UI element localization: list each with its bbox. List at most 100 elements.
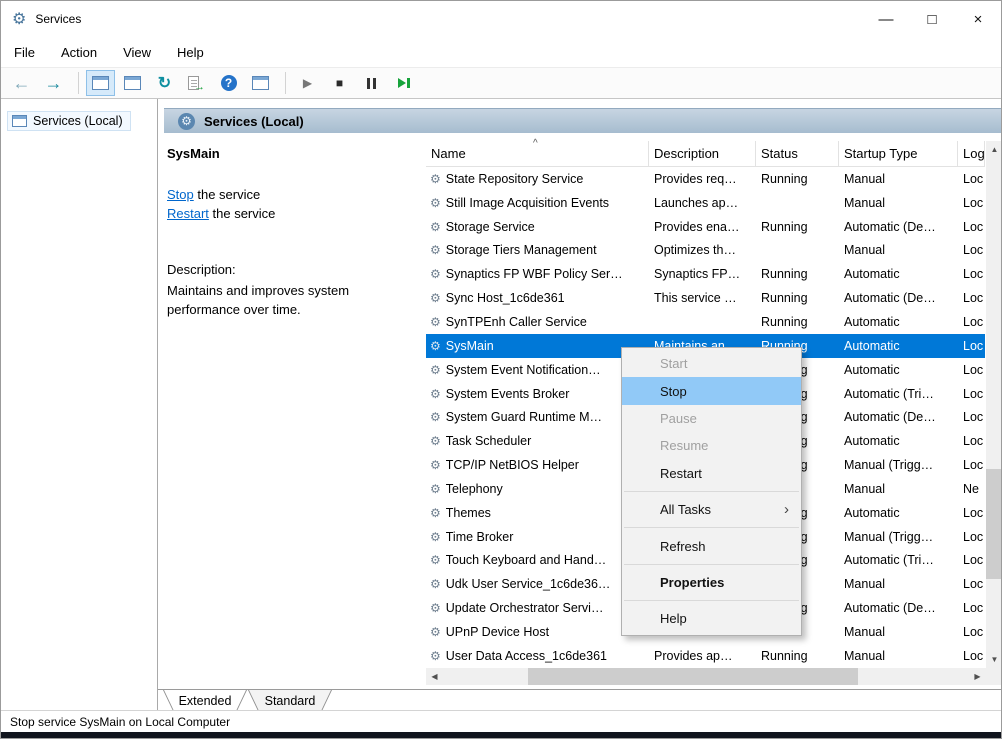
- stop-service-icon[interactable]: ■: [325, 70, 354, 96]
- service-row[interactable]: ⚙Storage Tiers ManagementOptimizes th…Ma…: [426, 239, 985, 263]
- service-log-on-as: Loc: [958, 530, 985, 544]
- service-row[interactable]: ⚙Storage ServiceProvides ena…RunningAuto…: [426, 215, 985, 239]
- service-gear-icon: ⚙: [430, 410, 441, 424]
- show-console-tree-icon[interactable]: [86, 70, 115, 96]
- service-row[interactable]: ⚙Synaptics FP WBF Policy Ser…Synaptics F…: [426, 262, 985, 286]
- service-description: Launches ap…: [649, 196, 756, 210]
- column-header-status[interactable]: Status: [756, 141, 839, 166]
- service-name: ⚙Sync Host_1c6de361: [426, 291, 649, 305]
- restart-service-icon[interactable]: [389, 70, 418, 96]
- service-gear-icon: ⚙: [430, 315, 441, 329]
- help-icon[interactable]: ?: [214, 70, 243, 96]
- service-name-label: Storage Tiers Management: [446, 243, 597, 257]
- view-tabs: ExtendedStandard: [158, 689, 1002, 712]
- stop-service-suffix: the service: [194, 187, 260, 202]
- stop-service-link[interactable]: Stop: [167, 187, 194, 202]
- tree-item-services-local[interactable]: Services (Local): [7, 111, 131, 131]
- close-icon[interactable]: ×: [955, 1, 1001, 37]
- stop-service-line: Stop the service: [167, 187, 260, 202]
- context-menu-item-help[interactable]: Help: [622, 605, 801, 632]
- context-menu: StartStopPauseResumeRestartAll Tasks›Ref…: [621, 347, 802, 636]
- forward-icon[interactable]: →: [39, 70, 68, 96]
- back-icon[interactable]: ←: [7, 70, 36, 96]
- titlebar: ⚙ Services — □ ×: [1, 1, 1001, 37]
- export-arrow-glyph: →: [194, 81, 205, 93]
- service-startup-type: Automatic: [839, 315, 958, 329]
- service-name-label: UPnP Device Host: [446, 625, 549, 639]
- service-gear-icon: ⚙: [430, 553, 441, 567]
- service-description: Synaptics FP…: [649, 267, 756, 281]
- scroll-up-icon[interactable]: ▲: [986, 141, 1002, 158]
- service-gear-icon: ⚙: [430, 625, 441, 639]
- context-menu-item-properties[interactable]: Properties: [622, 569, 801, 596]
- services-window: ⚙ Services — □ × FileActionViewHelp ← → …: [0, 0, 1002, 739]
- maximize-icon[interactable]: □: [909, 1, 955, 37]
- service-description: Optimizes th…: [649, 243, 756, 257]
- menu-help[interactable]: Help: [177, 45, 204, 60]
- service-log-on-as: Loc: [958, 172, 985, 186]
- restart-service-link[interactable]: Restart: [167, 206, 209, 221]
- properties-icon[interactable]: [118, 70, 147, 96]
- window-controls: — □ ×: [863, 1, 1001, 37]
- tab-label: Extended: [163, 690, 247, 711]
- service-startup-type: Manual (Trigg…: [839, 458, 958, 472]
- menu-view[interactable]: View: [123, 45, 151, 60]
- minimize-icon[interactable]: —: [863, 1, 909, 37]
- service-row[interactable]: ⚙Still Image Acquisition EventsLaunches …: [426, 191, 985, 215]
- vertical-scroll-track[interactable]: [986, 158, 1002, 651]
- service-name-label: Storage Service: [446, 220, 535, 234]
- menu-separator: [624, 600, 799, 601]
- start-service-icon[interactable]: ▶: [293, 70, 322, 96]
- window-bottom-edge: [1, 732, 1001, 738]
- toolbar-separator: [285, 72, 286, 94]
- column-header-startup-type[interactable]: Startup Type: [839, 141, 958, 166]
- services-header-band: ⚙ Services (Local): [164, 108, 1002, 133]
- service-startup-type: Automatic: [839, 363, 958, 377]
- tab-extended[interactable]: Extended: [163, 690, 247, 711]
- horizontal-scroll-track[interactable]: [443, 668, 969, 685]
- forward-arrow-glyph: →: [45, 74, 63, 92]
- restart-triangle-glyph: [398, 78, 406, 88]
- service-log-on-as: Loc: [958, 267, 985, 281]
- horizontal-scroll-thumb[interactable]: [528, 668, 858, 685]
- service-row[interactable]: ⚙SynTPEnh Caller ServiceRunningAutomatic…: [426, 310, 985, 334]
- service-name-label: Task Scheduler: [446, 434, 531, 448]
- scroll-right-icon[interactable]: ▶: [969, 668, 986, 685]
- play-glyph: ▶: [303, 76, 312, 90]
- service-log-on-as: Loc: [958, 243, 985, 257]
- service-log-on-as: Loc: [958, 649, 985, 663]
- service-name: ⚙Synaptics FP WBF Policy Ser…: [426, 267, 649, 281]
- action-pane-icon[interactable]: [246, 70, 275, 96]
- service-row[interactable]: ⚙User Data Access_1c6de361Provides ap…Ru…: [426, 644, 985, 668]
- pause-service-icon[interactable]: [357, 70, 386, 96]
- context-menu-item-stop[interactable]: Stop: [622, 377, 801, 404]
- context-menu-item-all-tasks[interactable]: All Tasks›: [622, 496, 801, 523]
- service-name: ⚙State Repository Service: [426, 172, 649, 186]
- service-name: ⚙SysMain: [426, 339, 649, 353]
- service-gear-icon: ⚙: [430, 196, 441, 210]
- service-status: Running: [756, 315, 839, 329]
- service-description: Provides ena…: [649, 220, 756, 234]
- service-startup-type: Manual: [839, 577, 958, 591]
- menu-file[interactable]: File: [14, 45, 35, 60]
- menu-action[interactable]: Action: [61, 45, 97, 60]
- service-gear-icon: ⚙: [430, 649, 441, 663]
- context-menu-item-restart[interactable]: Restart: [622, 460, 801, 487]
- context-menu-item-refresh[interactable]: Refresh: [622, 532, 801, 559]
- service-row[interactable]: ⚙State Repository ServiceProvides req…Ru…: [426, 167, 985, 191]
- scroll-down-icon[interactable]: ▼: [986, 651, 1002, 668]
- service-name: ⚙Storage Tiers Management: [426, 243, 649, 257]
- service-startup-type: Manual: [839, 649, 958, 663]
- service-row[interactable]: ⚙Sync Host_1c6de361This service …Running…: [426, 286, 985, 310]
- column-header-log[interactable]: Log: [958, 141, 985, 166]
- main-header-title: Services (Local): [204, 114, 304, 129]
- export-list-icon[interactable]: →: [182, 70, 211, 96]
- service-startup-type: Automatic (Tri…: [839, 553, 958, 567]
- vertical-scrollbar[interactable]: ▲ ▼: [986, 141, 1002, 668]
- column-header-description[interactable]: Description: [649, 141, 756, 166]
- vertical-scroll-thumb[interactable]: [986, 469, 1002, 579]
- refresh-icon[interactable]: ↻: [150, 70, 179, 96]
- horizontal-scrollbar[interactable]: ◀ ▶: [426, 668, 986, 685]
- tab-standard[interactable]: Standard: [248, 690, 332, 711]
- scroll-left-icon[interactable]: ◀: [426, 668, 443, 685]
